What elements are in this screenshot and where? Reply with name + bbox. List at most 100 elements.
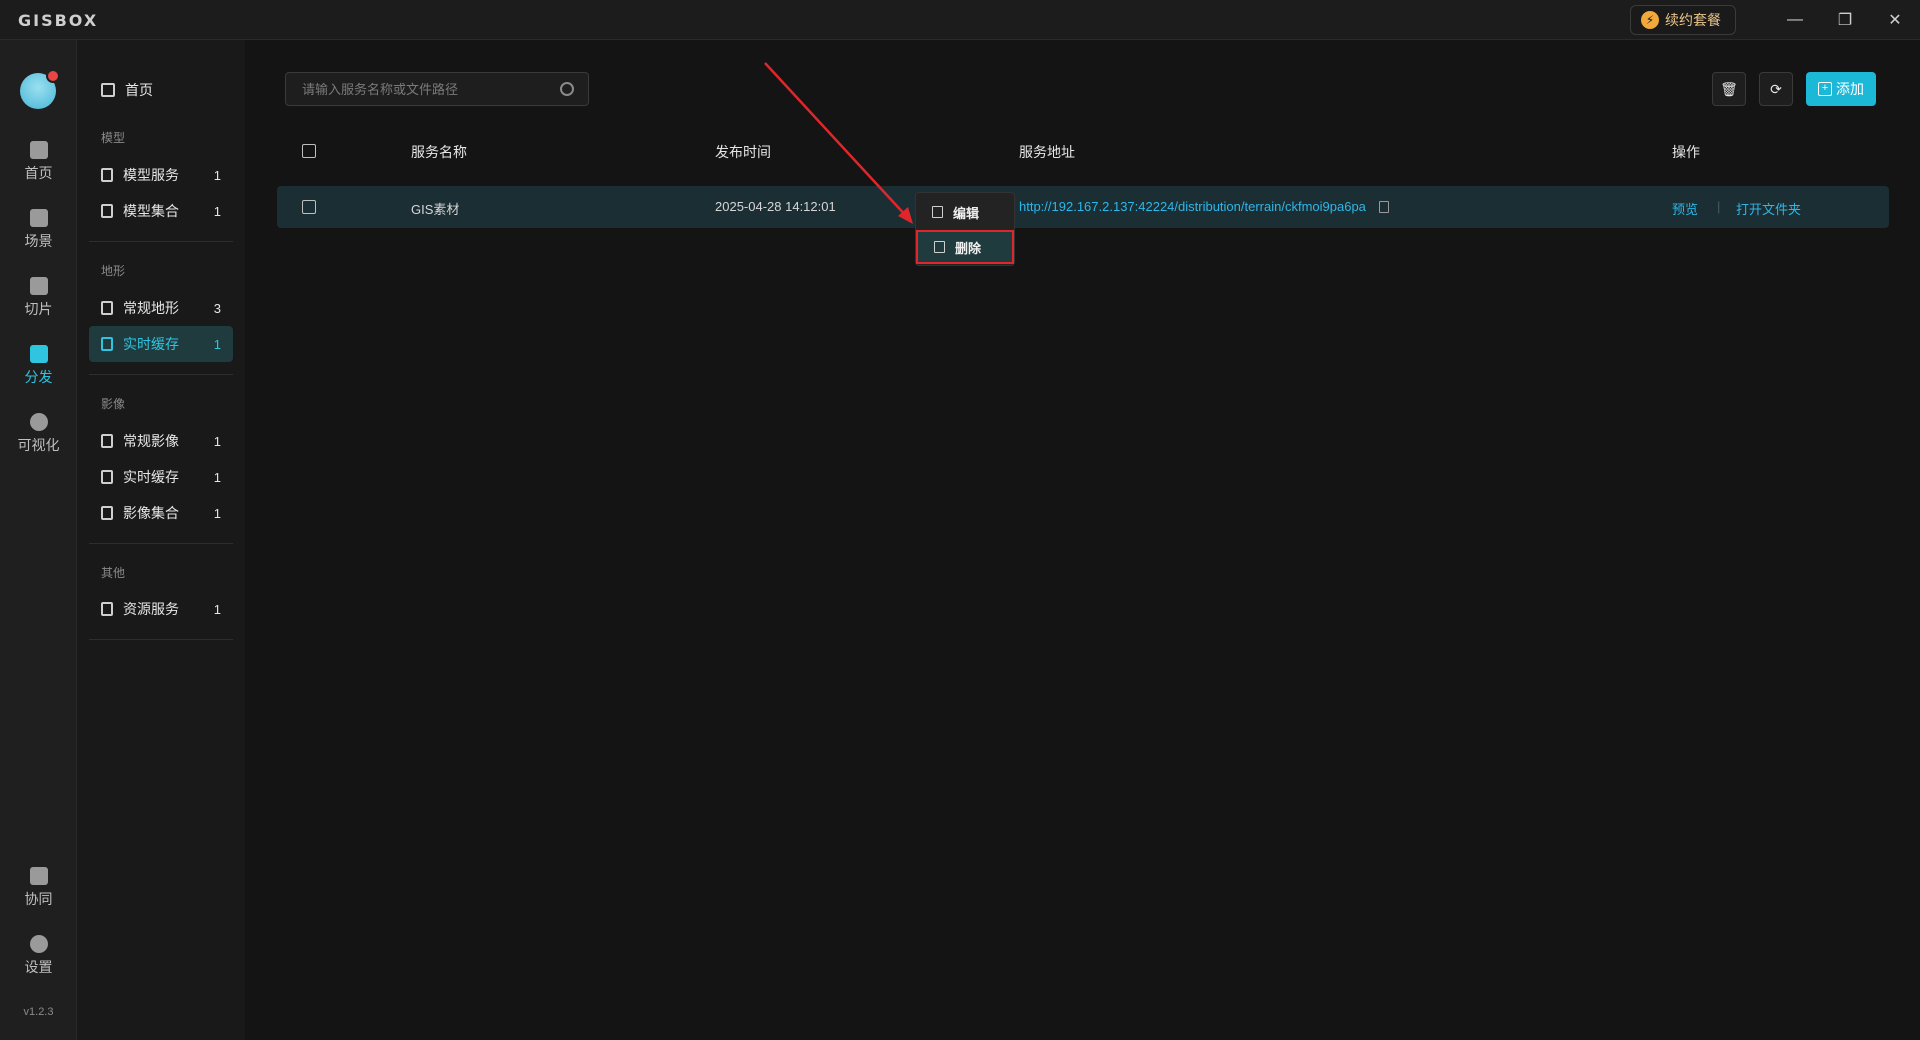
group-label-other: 其他 bbox=[101, 566, 126, 580]
item-count: 1 bbox=[213, 203, 221, 219]
plus-icon: + bbox=[1818, 82, 1832, 96]
column-header-url: 服务地址 bbox=[1019, 144, 1075, 160]
rail-item-label: 分发 bbox=[24, 369, 53, 385]
sidebar-item-label: 模型服务 bbox=[123, 167, 179, 183]
sidebar-item-label: 资源服务 bbox=[123, 601, 179, 617]
service-name: GIS素材 bbox=[411, 202, 460, 217]
title-bar: GISBOX ⚡ 续约套餐 — ❐ ✕ bbox=[0, 0, 1920, 40]
trash-icon: 🗑 bbox=[1720, 80, 1738, 97]
menu-item-label: 编辑 bbox=[953, 205, 980, 221]
tile-icon bbox=[29, 277, 48, 295]
sidebar-item-imagery-collection[interactable]: 影像集合 1 bbox=[89, 495, 233, 531]
version-label: v1.2.3 bbox=[23, 1006, 54, 1018]
item-count: 1 bbox=[213, 167, 221, 183]
rail-item-settings[interactable]: 设置 bbox=[0, 926, 77, 986]
table-row[interactable]: GIS素材 2025-04-28 14:12:01 http://192.167… bbox=[277, 186, 1889, 228]
group-label-imagery: 影像 bbox=[101, 397, 126, 411]
context-menu: 编辑 删除 bbox=[915, 192, 1015, 266]
item-count: 1 bbox=[213, 469, 221, 485]
rail-item-label: 切片 bbox=[24, 301, 53, 317]
select-all-checkbox[interactable] bbox=[302, 144, 316, 158]
column-header-name: 服务名称 bbox=[411, 144, 467, 160]
close-button[interactable]: ✕ bbox=[1880, 8, 1910, 32]
image-icon bbox=[101, 506, 113, 520]
menu-item-delete[interactable]: 删除 bbox=[916, 230, 1014, 264]
notification-badge bbox=[46, 69, 60, 83]
terrain-icon bbox=[101, 337, 113, 351]
home-icon bbox=[101, 83, 115, 97]
search-input[interactable] bbox=[286, 73, 546, 105]
cube-icon bbox=[29, 209, 48, 227]
trash-icon bbox=[934, 241, 945, 253]
restore-button[interactable]: ❐ bbox=[1830, 8, 1860, 32]
row-checkbox[interactable] bbox=[302, 200, 316, 214]
divider bbox=[89, 241, 233, 242]
add-button[interactable]: + 添加 bbox=[1806, 72, 1876, 106]
rail-item-tiles[interactable]: 切片 bbox=[0, 268, 77, 328]
item-count: 1 bbox=[213, 433, 221, 449]
sidebar-item-label: 模型集合 bbox=[123, 203, 179, 219]
sidebar-item-label: 首页 bbox=[125, 82, 153, 98]
lightning-icon: ⚡ bbox=[1641, 11, 1659, 29]
model-icon bbox=[101, 168, 113, 182]
group-label-terrain: 地形 bbox=[101, 264, 126, 278]
image-icon bbox=[101, 470, 113, 484]
edit-icon bbox=[932, 206, 943, 218]
refresh-button[interactable]: ⟳ bbox=[1759, 72, 1793, 106]
table-header: 服务名称 发布时间 服务地址 操作 bbox=[277, 134, 1889, 168]
sidebar-item-label: 常规影像 bbox=[123, 433, 179, 449]
copy-icon[interactable] bbox=[1379, 201, 1389, 213]
sidebar-item-terrain-regular[interactable]: 常规地形 3 bbox=[89, 290, 233, 326]
menu-item-edit[interactable]: 编辑 bbox=[916, 195, 1014, 229]
visualize-icon bbox=[29, 413, 48, 431]
renew-plan-button[interactable]: ⚡ 续约套餐 bbox=[1630, 5, 1736, 35]
column-header-ops: 操作 bbox=[1672, 144, 1700, 160]
sidebar-item-imagery-regular[interactable]: 常规影像 1 bbox=[89, 423, 233, 459]
rail-item-home[interactable]: 首页 bbox=[0, 132, 77, 192]
rail-item-label: 可视化 bbox=[17, 437, 60, 453]
rail-item-label: 场景 bbox=[24, 233, 53, 249]
sidebar-item-home[interactable]: 首页 bbox=[101, 80, 153, 100]
sidebar-item-label: 实时缓存 bbox=[123, 336, 179, 352]
resource-icon bbox=[101, 602, 113, 616]
item-count: 3 bbox=[213, 300, 221, 316]
sidebar-item-label: 实时缓存 bbox=[123, 469, 179, 485]
service-url-link[interactable]: http://192.167.2.137:42224/distribution/… bbox=[1019, 199, 1366, 214]
menu-item-label: 删除 bbox=[955, 240, 982, 256]
open-folder-link[interactable]: 打开文件夹 bbox=[1736, 199, 1801, 218]
avatar[interactable] bbox=[20, 69, 60, 109]
rail-item-label: 设置 bbox=[24, 959, 53, 975]
rail-item-label: 首页 bbox=[24, 165, 53, 181]
rail-item-distribute[interactable]: 分发 bbox=[0, 336, 77, 396]
home-icon bbox=[29, 141, 48, 159]
gear-icon bbox=[29, 935, 48, 953]
sidebar-item-label: 常规地形 bbox=[123, 300, 179, 316]
preview-link[interactable]: 预览 bbox=[1672, 199, 1698, 218]
rail-item-scene[interactable]: 场景 bbox=[0, 200, 77, 260]
app-logo: GISBOX bbox=[18, 11, 99, 30]
image-icon bbox=[101, 434, 113, 448]
sidebar: 首页 模型 模型服务 1 模型集合 1 地形 常规地形 3 实时缓存 1 影像 … bbox=[77, 40, 245, 1040]
divider bbox=[89, 543, 233, 544]
sidebar-item-terrain-cache[interactable]: 实时缓存 1 bbox=[89, 326, 233, 362]
renew-plan-label: 续约套餐 bbox=[1665, 12, 1721, 28]
sidebar-item-resource-service[interactable]: 资源服务 1 bbox=[89, 591, 233, 627]
item-count: 1 bbox=[213, 601, 221, 617]
search-icon[interactable] bbox=[560, 82, 574, 96]
annotation-arrow bbox=[764, 62, 913, 224]
refresh-icon: ⟳ bbox=[1770, 80, 1782, 97]
item-count: 1 bbox=[213, 505, 221, 521]
rail-item-label: 协同 bbox=[24, 891, 53, 907]
rail-item-collab[interactable]: 协同 bbox=[0, 858, 77, 918]
model-icon bbox=[101, 204, 113, 218]
sidebar-item-model-service[interactable]: 模型服务 1 bbox=[89, 157, 233, 193]
rail-item-visualize[interactable]: 可视化 bbox=[0, 404, 77, 464]
sidebar-item-label: 影像集合 bbox=[123, 505, 179, 521]
divider bbox=[89, 639, 233, 640]
nav-rail: 首页 场景 切片 分发 可视化 协同 设置 v1.2.3 bbox=[0, 40, 77, 1040]
bulk-delete-button[interactable]: 🗑 bbox=[1712, 72, 1746, 106]
sidebar-item-imagery-cache[interactable]: 实时缓存 1 bbox=[89, 459, 233, 495]
terrain-icon bbox=[101, 301, 113, 315]
minimize-button[interactable]: — bbox=[1780, 8, 1810, 32]
sidebar-item-model-collection[interactable]: 模型集合 1 bbox=[89, 193, 233, 229]
